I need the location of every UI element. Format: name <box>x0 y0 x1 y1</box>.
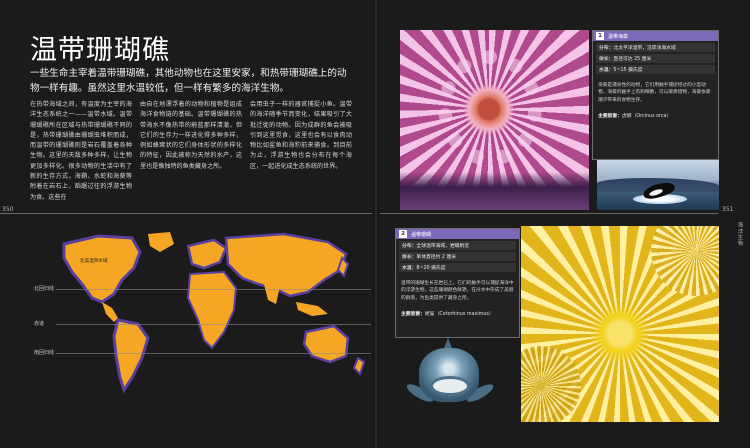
card-1-row-temperature: 水温：5~15 摄氏度 <box>596 65 715 74</box>
row-key: 体长： <box>599 57 614 62</box>
card-2-row-temperature: 水温：8~20 摄氏度 <box>399 263 516 272</box>
basking-shark-illustration <box>397 338 517 418</box>
section-side-tab: 海洋生物 <box>737 222 743 247</box>
card-2-row-distribution: 分布：全球温带海域，岩礁附近 <box>399 241 516 250</box>
north-america-landmass <box>62 234 142 304</box>
greenland-landmass <box>148 232 174 252</box>
row-value: 北太平洋温带，沿岸浅海水域 <box>613 46 676 51</box>
body-column-3: 会用虫子一样的器官捕捉小鱼。温带的海洋随季节而变化，结果吸引了大批迁徙的动物。因… <box>250 101 352 170</box>
map-region-label: 北美温带水域 <box>80 259 108 264</box>
body-column-1: 在热带海域之间，有温度为主宰的海洋生态系统之一——温带水域。温带珊瑚礁所在区域与… <box>30 101 132 201</box>
shark-open-mouth <box>430 376 470 396</box>
tropic-of-cancer-label: 北回归线 <box>34 286 55 292</box>
southeast-asia-islands <box>296 302 328 316</box>
card-2-header: 2 温带珊瑚 <box>396 229 519 239</box>
row-value: 5~15 摄氏度 <box>613 68 643 73</box>
enemy-key: 主要敌害： <box>598 114 622 120</box>
enemy-value: 虎鲸（Orcinus orca） <box>622 114 672 120</box>
anemone-photo <box>400 30 589 210</box>
card-2-number: 2 <box>399 230 407 238</box>
enemy-key: 主要敌害： <box>401 312 425 318</box>
card-2-name: 温带珊瑚 <box>411 231 432 238</box>
card-1-name: 温带海葵 <box>608 33 629 40</box>
anemone-tentacle-ring <box>438 50 542 166</box>
enemy-value: 姥鲨（Cetorhinus maximus） <box>425 312 494 318</box>
world-map-graphic <box>62 232 366 394</box>
species-card-2: 2 温带珊瑚 分布：全球温带海域，岩礁附近 体长：单体直径约 2 厘米 水温：8… <box>395 228 520 338</box>
card-1-number: 1 <box>596 32 604 40</box>
world-map: 北回归线 赤道 南回归线 北美温带水域 <box>28 228 373 398</box>
south-america-landmass <box>112 318 150 394</box>
species-card-1: 1 温带海葵 分布：北太平洋温带，沿岸浅海水域 体长：直径可达 25 厘米 水温… <box>592 30 719 160</box>
equator-label: 赤道 <box>34 321 45 327</box>
book-spread: 温带珊瑚礁 一些生命主宰着温带珊瑚礁，其他动物也在这里安家，和热带珊瑚礁上的动物… <box>0 0 750 448</box>
row-key: 水温： <box>599 68 614 73</box>
page-title: 温带珊瑚礁 <box>30 35 170 66</box>
card-1-description: 海葵是捕食性的动物，它们用触手捕捉经过的小型动物，海葵的触手上有刺细胞，可以麻痹… <box>598 83 711 103</box>
intro-paragraph: 一些生命主宰着温带珊瑚礁，其他动物也在这里安家，和热带珊瑚礁上的动物一样有趣。虽… <box>30 68 347 94</box>
page-number-right: 351 <box>722 206 734 213</box>
card-2-enemy: 主要敌害：姥鲨（Cetorhinus maximus） <box>401 310 514 317</box>
page-rule-right <box>380 213 718 214</box>
book-gutter <box>373 0 379 448</box>
card-2-row-size: 体长：单体直径约 2 厘米 <box>399 252 516 261</box>
tropic-of-capricorn-line <box>56 353 371 354</box>
page-rule-left <box>0 213 372 214</box>
card-1-header: 1 温带海葵 <box>593 31 718 41</box>
row-key: 体长： <box>402 255 417 260</box>
europe-landmass <box>186 238 228 270</box>
tropic-of-capricorn-label: 南回归线 <box>34 350 55 356</box>
equator-line <box>56 324 371 325</box>
body-column-2: 由自在地漂浮着的动物和植物是组成海洋食物链的基础。温带珊瑚礁的热带海水不像热带的… <box>140 101 242 170</box>
new-zealand-landmass <box>352 356 366 376</box>
card-1-row-distribution: 分布：北太平洋温带，沿岸浅海水域 <box>596 43 715 52</box>
card-1-row-size: 体长：直径可达 25 厘米 <box>596 54 715 63</box>
asia-landmass <box>224 232 348 298</box>
page-number-left: 350 <box>2 206 14 213</box>
row-key: 分布： <box>402 244 417 249</box>
row-key: 水温： <box>402 266 417 271</box>
india-landmass <box>264 284 280 304</box>
tropic-of-cancer-line <box>56 289 371 290</box>
yellow-coral-photo <box>521 226 719 422</box>
africa-landmass <box>186 270 238 350</box>
row-value: 全球温带海域，岩礁附近 <box>416 244 470 249</box>
row-value: 单体直径约 2 厘米 <box>416 255 457 260</box>
row-value: 直径可达 25 厘米 <box>613 57 652 62</box>
central-america-landmass <box>102 302 118 322</box>
row-value: 8~20 摄氏度 <box>416 266 446 271</box>
card-1-enemy: 主要敌害：虎鲸（Orcinus orca） <box>598 112 713 119</box>
australia-landmass <box>302 324 350 364</box>
card-2-description: 温带的珊瑚生长在岩石上，它们的触手可以捕捉海洋中的浮游生物。这些珊瑚颜色鲜艳，在… <box>401 281 514 301</box>
row-key: 分布： <box>599 46 614 51</box>
orca-photo <box>597 160 719 210</box>
body-columns: 在热带海域之间，有温度为主宰的海洋生态系统之一——温带水域。温带珊瑚礁所在区域与… <box>30 100 352 203</box>
